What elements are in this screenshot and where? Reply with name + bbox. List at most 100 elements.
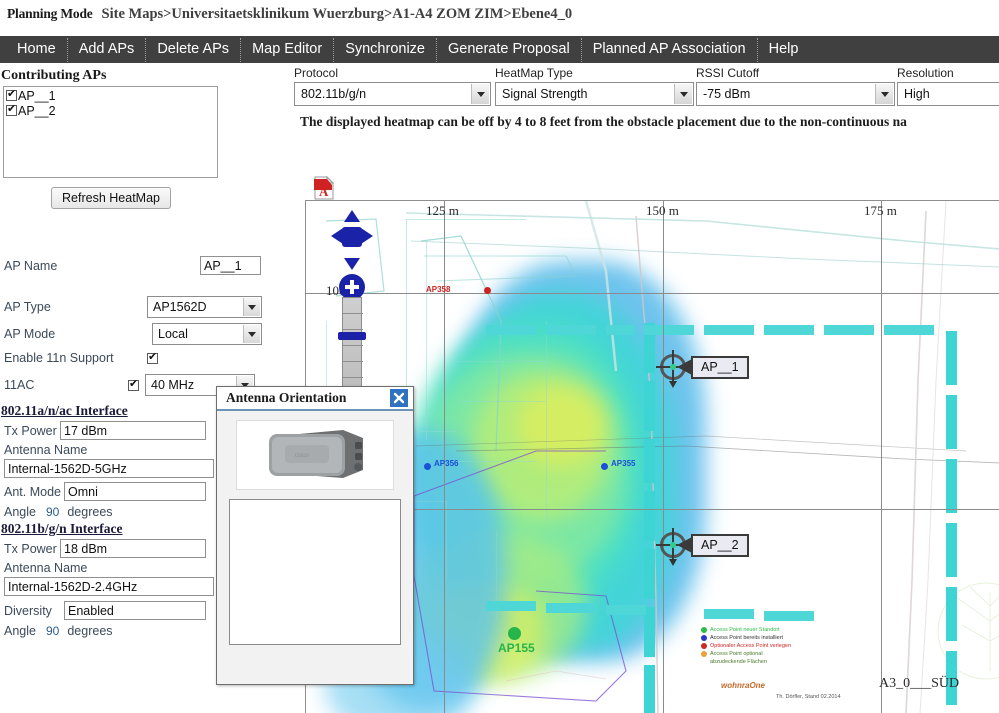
tx-power-24g-input[interactable]: 18 dBm — [60, 539, 206, 558]
ant-mode-label: Ant. Mode — [4, 484, 61, 499]
legend-text: Access Point neuer Standort — [710, 627, 780, 633]
ap-list-label-2: AP__2 — [18, 103, 56, 118]
obstacle-wall-segment — [486, 601, 536, 611]
obstacle-wall-segment — [486, 325, 536, 335]
contributing-aps-listbox[interactable]: AP__1 AP__2 — [3, 86, 218, 178]
obstacle-wall-segment — [946, 587, 957, 641]
obstacle-wall-segment — [884, 325, 934, 335]
heatmap-type-select[interactable]: Signal Strength — [495, 82, 694, 106]
pan-center[interactable] — [342, 227, 362, 247]
legend-text: Optionaler Access Point verlegen — [710, 643, 792, 649]
obstacle-wall-segment — [764, 611, 814, 621]
list-item[interactable]: AP__2 — [6, 103, 215, 118]
refresh-heatmap-button[interactable]: Refresh HeatMap — [51, 187, 171, 209]
11ac-checkbox[interactable] — [128, 378, 139, 391]
ap-name-row: AP Name AP__1 — [0, 256, 292, 275]
protocol-control: Protocol 802.11b/g/n — [294, 66, 494, 106]
enable-11n-checkbox[interactable] — [147, 351, 158, 364]
angle-24g-units: degrees — [67, 624, 113, 638]
enable-11n-label: Enable 11n Support — [4, 351, 114, 365]
pan-right-arrow-icon[interactable] — [361, 228, 373, 244]
antenna-name-24g-label: Antenna Name — [4, 561, 88, 575]
floorplan-ap-label: AP356 — [434, 459, 459, 468]
pan-up-arrow-icon[interactable] — [344, 210, 360, 222]
map-legend: Access Point neuer Standort Access Point… — [701, 626, 791, 666]
obstacle-wall-segment — [946, 459, 957, 513]
scale-label: 125 m — [426, 203, 459, 218]
chevron-down-icon[interactable] — [674, 84, 692, 104]
ap-direction-arrow-icon — [669, 381, 677, 388]
rssi-cutoff-select[interactable]: -75 dBm — [696, 82, 895, 106]
chevron-down-icon[interactable] — [471, 84, 489, 104]
zoom-slider-track[interactable] — [342, 297, 363, 393]
ant-mode-input[interactable]: Omni — [64, 482, 206, 501]
antenna-device-image: cisco — [236, 420, 394, 490]
diversity-input[interactable]: Enabled — [64, 601, 206, 620]
export-pdf-icon[interactable]: A — [313, 175, 335, 200]
breadcrumb-path[interactable]: Site Maps>Universitaetsklinikum Wuerzbur… — [102, 6, 573, 23]
resolution-select[interactable]: High — [897, 82, 999, 106]
pan-pad[interactable] — [330, 209, 374, 271]
enable-11n-row: Enable 11n Support — [0, 351, 292, 365]
nav-delete-aps[interactable]: Delete APs — [146, 37, 242, 62]
antenna-orientation-viewport[interactable] — [229, 499, 401, 645]
tx-power-24g-label: Tx Power — [4, 541, 57, 556]
chevron-down-icon[interactable] — [243, 298, 260, 316]
device-brand-text: cisco — [295, 453, 309, 459]
planning-mode-label: Planning Mode — [7, 6, 93, 21]
obstacle-wall-segment — [546, 603, 596, 613]
nav-add-aps[interactable]: Add APs — [68, 37, 147, 62]
diversity-label: Diversity — [4, 603, 52, 618]
antenna-orientation-dialog[interactable]: Antenna Orientation cisco — [216, 386, 414, 685]
close-icon[interactable] — [390, 389, 408, 407]
ap-type-value: AP1562D — [153, 300, 207, 314]
ap-checkbox-2[interactable] — [6, 103, 17, 116]
main-navbar: Home Add APs Delete APs Map Editor Synch… — [0, 36, 999, 63]
heatmap-accuracy-warning: The displayed heatmap can be off by 4 to… — [300, 114, 907, 129]
obstacle-wall-segment — [946, 523, 957, 577]
ap-label-callout[interactable]: AP__2 — [677, 534, 749, 557]
nav-planned-ap-association[interactable]: Planned AP Association — [582, 37, 758, 62]
zoom-slider-handle[interactable] — [338, 332, 366, 340]
antenna-name-5g-input[interactable]: Internal-1562D-5GHz — [4, 459, 214, 478]
nav-generate-proposal[interactable]: Generate Proposal — [437, 37, 582, 62]
resolution-value: High — [904, 87, 930, 101]
obstacle-wall-segment — [644, 439, 655, 483]
nav-help[interactable]: Help — [758, 38, 810, 62]
antenna-name-24g-input[interactable]: Internal-1562D-2.4GHz — [4, 577, 214, 596]
map-pan-zoom-control[interactable] — [330, 209, 374, 394]
scale-label: 150 m — [646, 203, 679, 218]
list-item[interactable]: AP__1 — [6, 88, 215, 103]
rssi-cutoff-value: -75 dBm — [703, 87, 751, 101]
tx-power-5g-input[interactable]: 17 dBm — [60, 421, 206, 440]
ap-name-input[interactable]: AP__1 — [200, 256, 261, 275]
angle-5g-units: degrees — [67, 505, 113, 519]
chevron-down-icon[interactable] — [875, 84, 893, 104]
protocol-select[interactable]: 802.11b/g/n — [294, 82, 491, 106]
ap-checkbox-1[interactable] — [6, 88, 17, 101]
obstacle-wall-segment — [946, 395, 957, 449]
protocol-value: 802.11b/g/n — [301, 87, 367, 101]
obstacle-wall-segment — [546, 325, 596, 335]
chevron-down-icon[interactable] — [243, 325, 260, 343]
sheet-label: A3_0___SÜD — [879, 676, 960, 691]
ap-type-select[interactable]: AP1562D — [147, 296, 262, 318]
dialog-titlebar[interactable]: Antenna Orientation — [217, 387, 413, 411]
nav-synchronize[interactable]: Synchronize — [334, 37, 437, 62]
ap-direction-arrow-icon — [669, 559, 677, 566]
floorplan-ap-dot — [424, 463, 431, 470]
ap-label-callout[interactable]: AP__1 — [677, 356, 749, 379]
rssi-cutoff-control: RSSI Cutoff -75 dBm — [696, 66, 898, 106]
breadcrumb: Planning Mode Site Maps>Universitaetskli… — [0, 0, 999, 28]
ap-mode-select[interactable]: Local — [152, 323, 262, 345]
legend-note: abzudeckende Flächen — [710, 659, 767, 665]
nav-map-editor[interactable]: Map Editor — [241, 37, 335, 62]
pan-left-arrow-icon[interactable] — [331, 228, 343, 244]
pan-down-arrow-icon[interactable] — [344, 258, 360, 270]
nav-home[interactable]: Home — [6, 37, 68, 62]
obstacle-wall-segment — [824, 325, 874, 335]
heatmap-type-label: HeatMap Type — [495, 66, 573, 80]
obstacle-wall-segment — [644, 549, 655, 599]
floorplan-ap-label: AP355 — [611, 459, 636, 468]
ap-list-label-1: AP__1 — [18, 88, 56, 103]
